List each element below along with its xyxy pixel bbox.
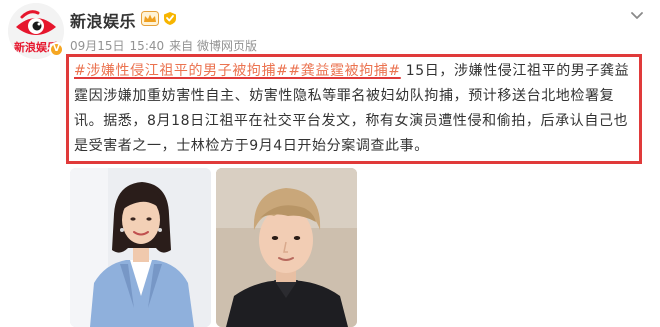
- post-source: 来自 微博网页版: [169, 39, 257, 53]
- chevron-down-icon[interactable]: [628, 6, 646, 24]
- photo-man-illustration: [216, 168, 357, 327]
- post-date[interactable]: 09月15日: [70, 39, 125, 53]
- hashtag-link-2[interactable]: #龚益霆被拘捕#: [288, 63, 400, 79]
- post-meta: 09月15日 15:40 来自 微博网页版: [70, 37, 262, 54]
- hashtag-link-1[interactable]: #涉嫌性侵江祖平的男子被拘捕#: [74, 63, 288, 79]
- post-time[interactable]: 15:40: [130, 39, 165, 53]
- vip-crown-icon[interactable]: [141, 11, 159, 26]
- photo-woman-illustration: [70, 168, 211, 327]
- member-badge-icon[interactable]: [162, 11, 178, 26]
- verified-v-icon: V: [49, 42, 64, 57]
- user-name[interactable]: 新浪娱乐: [70, 8, 136, 32]
- post-body: #涉嫌性侵江祖平的男子被拘捕##龚益霆被拘捕# 15日，涉嫌性侵江祖平的男子龚益…: [74, 59, 639, 159]
- photo-woman-blue-blazer[interactable]: [70, 168, 211, 327]
- photo-man-selfie[interactable]: [216, 168, 357, 327]
- weibo-post: 新浪娱乐 V 新浪娱乐 09月15日 15:40 来自 微博网页版 #涉嫌性侵江祖平…: [0, 0, 660, 327]
